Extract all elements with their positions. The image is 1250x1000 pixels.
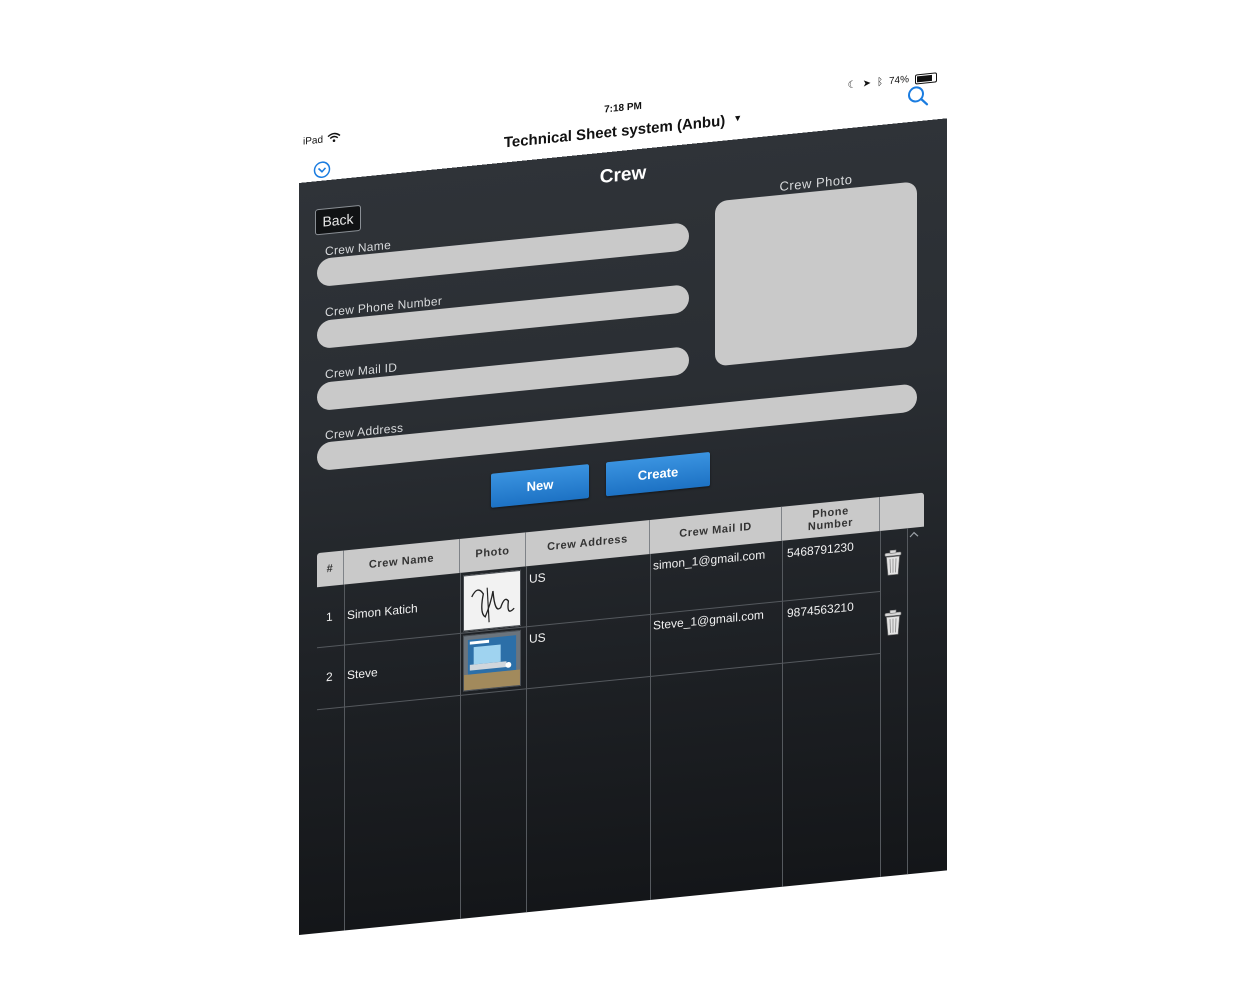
location-icon: ➤ [862, 77, 871, 90]
column-header-crew-address: Crew Address [526, 519, 650, 567]
table-header: # Crew Name Photo Crew Address Crew Mail… [317, 492, 924, 588]
moon-icon: ☾ [847, 79, 857, 92]
row-phone: 5468791230 [787, 539, 854, 561]
row-index: 2 [326, 669, 333, 685]
crew-mail-input[interactable] [317, 346, 689, 412]
ipad-screen: iPad 7:18 PM ☾ ➤ ᛒ 74% Technical Sheet s… [299, 60, 947, 936]
scroll-up-icon[interactable] [908, 529, 920, 540]
battery-icon [915, 71, 937, 85]
crew-name-input[interactable] [317, 222, 689, 288]
row-crew-name: Steve [347, 665, 378, 683]
row-crew-address: US [529, 570, 546, 587]
crew-photo-picker[interactable] [715, 181, 917, 367]
search-icon[interactable] [907, 84, 929, 108]
column-header-phone: Phone Number [782, 497, 880, 541]
back-button[interactable]: Back [315, 204, 361, 236]
create-button[interactable]: Create [606, 451, 710, 497]
column-header-index: # [317, 550, 344, 588]
bluetooth-icon: ᛒ [876, 76, 883, 89]
column-header-crew-name: Crew Name [344, 538, 460, 585]
column-header-photo: Photo [460, 532, 526, 573]
battery-percent: 74% [888, 74, 909, 88]
laptop-box-photo[interactable] [463, 629, 521, 692]
row-crew-address: US [529, 630, 546, 647]
trash-icon[interactable] [884, 609, 902, 637]
signature-photo[interactable] [463, 569, 521, 632]
row-crew-name: Simon Katich [347, 601, 418, 623]
trash-icon[interactable] [884, 549, 902, 577]
row-index: 1 [326, 609, 333, 625]
chevron-down-circle-icon[interactable] [313, 160, 331, 180]
crew-table: # Crew Name Photo Crew Address Crew Mail… [317, 492, 924, 934]
crew-phone-input[interactable] [317, 284, 689, 350]
new-button[interactable]: New [491, 464, 589, 508]
dropdown-caret-icon: ▼ [733, 112, 743, 124]
row-phone: 9874563210 [787, 599, 854, 621]
screenshot-stage: iPad 7:18 PM ☾ ➤ ᛒ 74% Technical Sheet s… [0, 0, 1250, 1000]
